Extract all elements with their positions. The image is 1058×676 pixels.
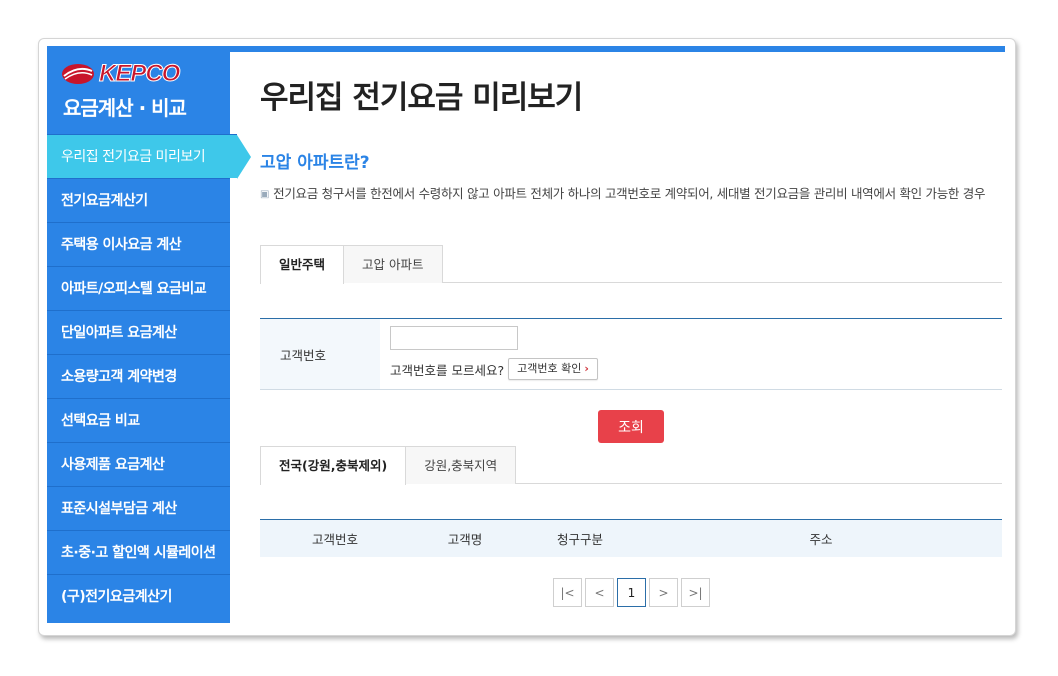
logo-text: KEPCO	[98, 60, 180, 88]
sidebar-item-apartment-compare[interactable]: 아파트/오피스텔 요금비교	[47, 266, 230, 310]
description: ▣ 전기요금 청구서를 한전에서 수령하지 않고 아파트 전체가 하나의 고객번…	[260, 183, 1002, 206]
sidebar: KEPCO 요금계산 · 비교 우리집 전기요금 미리보기 전기요금계산기 주택…	[47, 46, 251, 623]
tab-gangwon-chungbuk[interactable]: 강원,충북지역	[405, 446, 517, 484]
customer-number-label: 고객번호	[260, 319, 380, 389]
page-title: 우리집 전기요금 미리보기	[260, 80, 583, 116]
next-page-button[interactable]: >	[649, 578, 678, 607]
region-tabs: 전국(강원,충북제외) 강원,충북지역	[260, 446, 1002, 485]
search-button[interactable]: 조회	[598, 410, 664, 443]
tab-general-house[interactable]: 일반주택	[260, 245, 345, 284]
column-customer-number: 고객번호	[311, 532, 358, 547]
sidebar-item-optional-rate[interactable]: 선택요금 비교	[47, 398, 230, 442]
result-table: 고객번호 고객명 청구구분 주소	[260, 519, 1002, 557]
column-billing-type: 청구구분	[556, 532, 603, 547]
page-button-current[interactable]: 1	[617, 578, 646, 607]
customer-number-form: 고객번호 고객번호를 모르세요? 고객번호 확인 ›	[260, 318, 1002, 390]
table-header: 고객번호 고객명 청구구분 주소	[260, 520, 1002, 557]
first-page-button[interactable]: |<	[553, 578, 582, 607]
sidebar-item-appliance-bill[interactable]: 사용제품 요금계산	[47, 442, 230, 486]
kepco-emblem-icon	[62, 64, 94, 84]
tab-high-voltage-apartment[interactable]: 고압 아파트	[343, 245, 443, 283]
top-accent-bar	[230, 46, 1005, 52]
last-page-button[interactable]: >|	[681, 578, 710, 607]
tab-nationwide[interactable]: 전국(강원,충북제외)	[260, 446, 407, 485]
pagination: |< < 1 > >|	[553, 578, 713, 607]
check-button-label: 고객번호 확인	[517, 362, 582, 375]
last-page-icon: >|	[688, 585, 703, 600]
check-customer-number-button[interactable]: 고객번호 확인 ›	[508, 358, 598, 380]
sidebar-item-old-calculator[interactable]: (구)전기요금계산기	[47, 574, 230, 618]
sidebar-item-contract-change[interactable]: 소용량고객 계약변경	[47, 354, 230, 398]
sidebar-item-school-discount[interactable]: 초·중·고 할인액 시뮬레이션	[47, 530, 230, 574]
prev-page-button[interactable]: <	[585, 578, 614, 607]
chevron-right-icon: >	[658, 585, 669, 600]
sidebar-menu: 우리집 전기요금 미리보기 전기요금계산기 주택용 이사요금 계산 아파트/오피…	[47, 134, 251, 618]
kepco-logo[interactable]: KEPCO	[61, 60, 181, 88]
chevron-right-icon: ›	[584, 362, 589, 375]
sidebar-item-facility-charge[interactable]: 표준시설부담금 계산	[47, 486, 230, 530]
section-title: 고압 아파트란?	[260, 153, 370, 173]
sidebar-item-moving-bill[interactable]: 주택용 이사요금 계산	[47, 222, 230, 266]
sidebar-item-bill-calculator[interactable]: 전기요금계산기	[47, 178, 230, 222]
sidebar-item-single-apartment[interactable]: 단일아파트 요금계산	[47, 310, 230, 354]
column-address: 주소	[809, 532, 833, 547]
housing-type-tabs: 일반주택 고압 아파트	[260, 245, 1002, 284]
bullet-icon: ▣	[260, 189, 270, 200]
hint-row: 고객번호를 모르세요? 고객번호 확인 ›	[390, 358, 992, 380]
first-page-icon: |<	[560, 585, 575, 600]
sidebar-header: KEPCO 요금계산 · 비교	[47, 46, 230, 134]
customer-number-input[interactable]	[390, 326, 518, 350]
customer-number-hint: 고객번호를 모르세요?	[390, 362, 505, 378]
chevron-left-icon: <	[594, 585, 605, 600]
sidebar-title: 요금계산 · 비교	[63, 96, 187, 120]
sidebar-item-bill-preview[interactable]: 우리집 전기요금 미리보기	[47, 134, 251, 179]
form-body: 고객번호를 모르세요? 고객번호 확인 ›	[380, 319, 1002, 389]
column-customer-name: 고객명	[447, 532, 483, 547]
description-text: 전기요금 청구서를 한전에서 수령하지 않고 아파트 전체가 하나의 고객번호로…	[273, 186, 986, 201]
